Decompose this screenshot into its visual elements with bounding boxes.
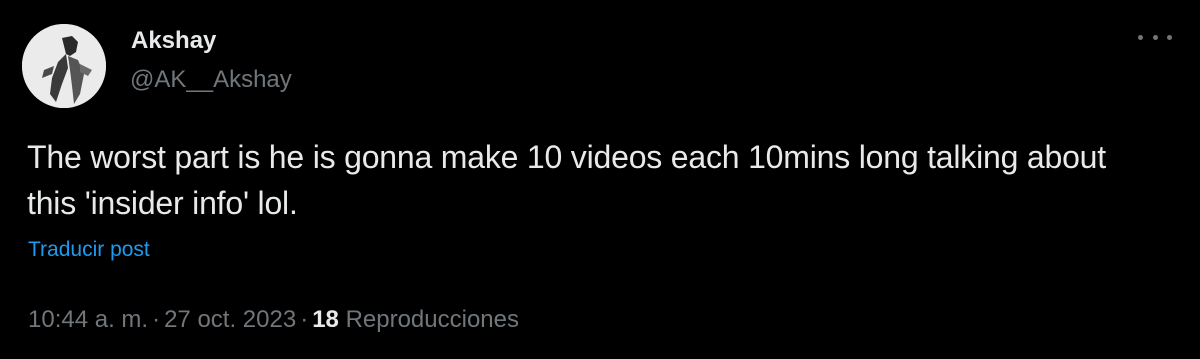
more-horizontal-icon [1138, 34, 1143, 40]
avatar[interactable] [22, 24, 106, 108]
user-handle[interactable]: @AK__Akshay [130, 66, 292, 94]
more-horizontal-icon-dot [1167, 34, 1172, 40]
tweet-card: Akshay @AK__Akshay The worst part is he … [0, 0, 1200, 359]
tweet-metadata: 10:44 a. m. · 27 oct. 2023 · 18 Reproduccion… [28, 305, 519, 335]
display-name[interactable]: Akshay [131, 27, 216, 55]
tweet-time[interactable]: 10:44 a. m. [28, 306, 148, 333]
views-label[interactable]: Reproducciones [346, 306, 519, 333]
tweet-text: The worst part is he is gonna make 10 vi… [27, 139, 1106, 221]
more-options-button[interactable] [1138, 26, 1172, 48]
views-count[interactable]: 18 [312, 306, 339, 333]
tweet-date[interactable]: 27 oct. 2023 [164, 306, 296, 333]
avatar-image [22, 24, 106, 108]
translate-post-link[interactable]: Traducir post [28, 237, 150, 263]
separator: · [300, 306, 309, 333]
more-horizontal-icon-dot [1152, 34, 1158, 40]
separator: · [152, 306, 161, 333]
